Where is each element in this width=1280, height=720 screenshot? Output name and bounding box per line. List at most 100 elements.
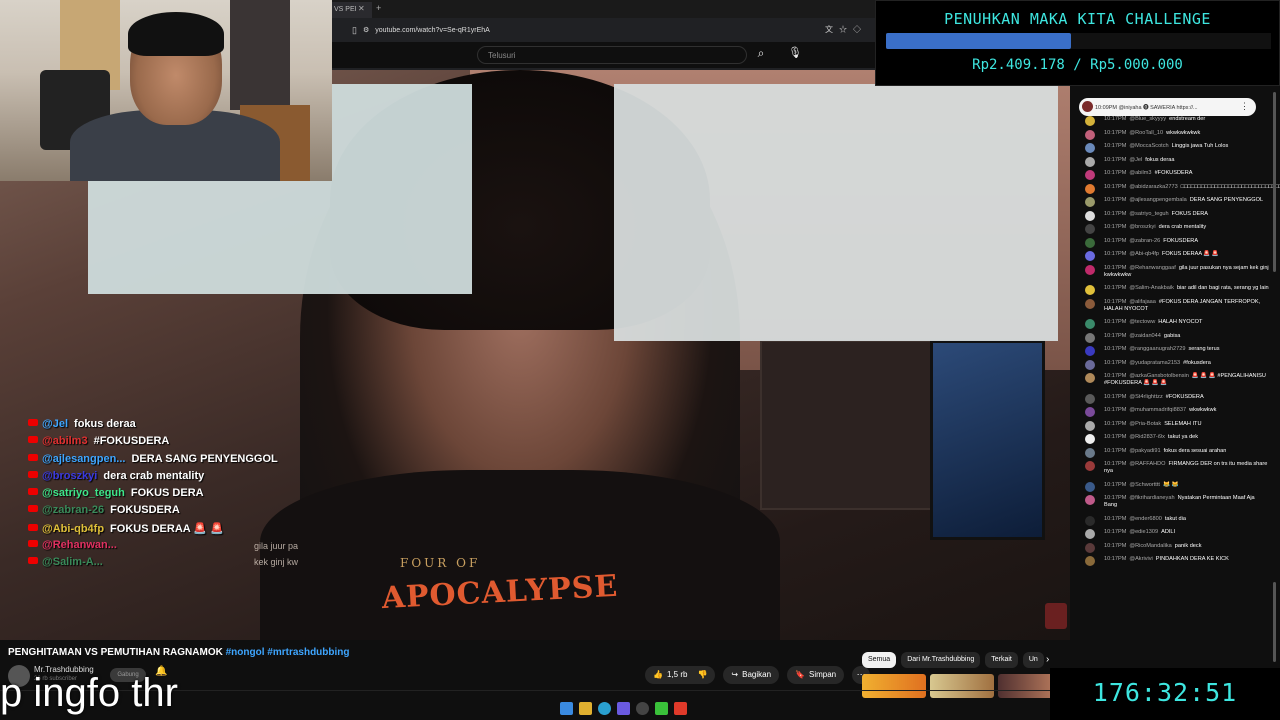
chat-message[interactable]: 10:17PM @broszkyi dera crab mentality	[1084, 224, 1269, 234]
chat-avatar[interactable]	[1085, 116, 1095, 126]
chat-avatar[interactable]	[1085, 515, 1095, 526]
chat-username[interactable]: @azkaGansbotolbensin	[1129, 373, 1188, 379]
chat-avatar[interactable]	[1085, 420, 1095, 431]
chat-message[interactable]: 10:17PM @satriyo_teguh FOKUS DERA	[1084, 210, 1269, 221]
chat-username[interactable]: @Schwortttt	[1129, 482, 1160, 488]
share-button[interactable]: ↪ Bagikan	[723, 666, 780, 684]
chat-avatar[interactable]	[1085, 183, 1095, 194]
chip-related[interactable]: Terkait	[985, 652, 1018, 668]
chat-message[interactable]: 10:17PM @yudapratama2153 #fokusdera	[1084, 359, 1269, 370]
chat-message[interactable]: 10:17PM @RooTall_10 wkwkwkwkwk	[1084, 129, 1269, 140]
edge-browser-icon[interactable]	[598, 701, 611, 715]
chip-from-channel[interactable]: Dari Mr.Trashdubbing	[901, 652, 981, 668]
chat-message[interactable]: 10:17PM @abidzarazka2773 □□□□□□□□□□□□□□□□□…	[1084, 183, 1280, 194]
chat-avatar[interactable]	[1085, 237, 1095, 248]
windows-start-icon[interactable]	[560, 701, 573, 715]
chat-avatar[interactable]	[1085, 264, 1095, 275]
obs-icon[interactable]	[636, 701, 649, 715]
chat-message[interactable]: 10:17PM @St4rlighttzz #FOKUSDERA	[1084, 393, 1269, 404]
bookmark-icon[interactable]: ▯	[352, 25, 357, 36]
chat-username[interactable]: @Akrivivi	[1129, 556, 1152, 562]
chat-avatar[interactable]	[1085, 461, 1095, 471]
chat-message[interactable]: 10:17PM @Pria-Botak SELEMAH ITU	[1084, 420, 1269, 431]
save-button[interactable]: 🔖 Simpan	[787, 666, 845, 684]
chat-avatar[interactable]	[1085, 251, 1095, 261]
chat-avatar[interactable]	[1085, 143, 1095, 153]
chat-message[interactable]: 10:17PM @ranggaanugrah2729 serang terus	[1084, 346, 1269, 356]
chat-message[interactable]: 10:17PM @Salim-Anakbaik biar adil dan bagi…	[1084, 285, 1269, 295]
chat-username[interactable]: @RicoMandalika	[1129, 543, 1171, 549]
chat-message[interactable]: 10:17PM @edie1309 ADILI	[1084, 529, 1269, 539]
chat-message[interactable]: 10:17PM @zaidan044 gabisa	[1084, 332, 1269, 343]
chat-message[interactable]: 10:17PM @RicoMandalika panik deck	[1084, 542, 1269, 553]
new-tab-icon[interactable]: +	[376, 3, 381, 13]
chat-username[interactable]: @fikrihardianeyah	[1129, 495, 1174, 501]
chat-message[interactable]: 10:17PM @tectoww HALAH NYOCOT	[1084, 319, 1269, 329]
chat-avatar[interactable]	[1085, 542, 1095, 553]
chat-username[interactable]: @Blue_skyyyy	[1129, 116, 1166, 122]
chat-avatar[interactable]	[1085, 373, 1095, 383]
chat-message[interactable]: 10:17PM @Schwortttt 😹 😹	[1084, 481, 1269, 492]
chat-avatar[interactable]	[1085, 407, 1095, 417]
chat-username[interactable]: @RooTall_10	[1129, 130, 1163, 136]
chat-username[interactable]: @Rehanwanggaaf	[1129, 265, 1175, 271]
chat-avatar[interactable]	[1085, 319, 1095, 329]
chat-username[interactable]: @pakyadi91	[1129, 448, 1160, 454]
chat-username[interactable]: @zabran-26	[1129, 238, 1160, 244]
brave-browser-icon[interactable]	[674, 701, 687, 715]
chat-username[interactable]: @broszkyi	[1129, 224, 1155, 230]
chat-message[interactable]: 10:17PM @alifajaaa #FOKUS DERA JANGAN TERF…	[1084, 298, 1269, 313]
chat-message[interactable]: 10:17PM @pakyadi91 fokus dera sesuai araha…	[1084, 447, 1269, 458]
chat-avatar[interactable]	[1085, 224, 1095, 234]
app-icon[interactable]	[655, 701, 668, 715]
discord-icon[interactable]	[617, 701, 630, 715]
chat-username[interactable]: @zaidan044	[1129, 333, 1161, 339]
pinned-message[interactable]: 10:09PM @iniyaha ⓿ SAWERIA https://... ⋮	[1079, 98, 1256, 116]
site-info-icon[interactable]: ⚙	[363, 26, 369, 34]
chat-username[interactable]: @edie1309	[1129, 529, 1158, 535]
chat-message[interactable]: 10:17PM @Rehanwanggaaf gila juur pasukan n…	[1084, 264, 1269, 279]
chat-username[interactable]: @ender6800	[1129, 516, 1161, 522]
chat-username[interactable]: @muhammadrifqi8837	[1129, 407, 1186, 413]
chat-message[interactable]: 10:17PM @ajlesangpengembala DERA SANG PENY…	[1084, 197, 1269, 207]
chat-message[interactable]: 10:17PM @Jel fokus deraa	[1084, 156, 1269, 167]
like-button[interactable]: 👍 1,5 rb 👎	[645, 666, 716, 684]
chat-message[interactable]: 10:17PM @RAFFAHDO FIRMANGG DER on trs itu …	[1084, 461, 1269, 475]
chat-message[interactable]: 10:17PM @abilm3 #FOKUSDERA	[1084, 170, 1269, 180]
chat-scrollbar-lower[interactable]	[1273, 582, 1276, 662]
chat-username[interactable]: @Abi-qb4fp	[1129, 251, 1159, 257]
chat-username[interactable]: @RAFFAHDO	[1129, 461, 1165, 467]
search-input[interactable]: Telusuri	[477, 46, 747, 64]
chat-avatar[interactable]	[1085, 210, 1095, 221]
chat-avatar[interactable]	[1085, 197, 1095, 207]
chat-username[interactable]: @alifajaaa	[1129, 299, 1156, 305]
chat-avatar[interactable]	[1085, 481, 1095, 492]
chat-avatar[interactable]	[1085, 434, 1095, 444]
chat-avatar[interactable]	[1085, 556, 1095, 566]
chat-avatar[interactable]	[1085, 298, 1095, 309]
chat-message[interactable]: 10:17PM @zabran-26 FOKUSDERA	[1084, 237, 1269, 248]
chat-scrollbar[interactable]	[1273, 92, 1276, 272]
thumbnail[interactable]	[862, 674, 926, 698]
chat-avatar[interactable]	[1085, 129, 1095, 140]
chat-message[interactable]: 10:17PM @ender6800 takut dia	[1084, 515, 1269, 526]
search-icon[interactable]: ⌕	[750, 46, 772, 64]
more-options-icon[interactable]: ⋮	[1240, 101, 1249, 112]
chip-all[interactable]: Semua	[862, 652, 897, 668]
thumbnail[interactable]	[930, 674, 994, 698]
chip-more[interactable]: Un	[1022, 652, 1044, 668]
chat-username[interactable]: @Jel	[1129, 157, 1142, 163]
chat-username[interactable]: @abilm3	[1129, 170, 1151, 176]
chat-username[interactable]: @MoccaScotch	[1129, 143, 1168, 149]
chat-avatar[interactable]	[1085, 359, 1095, 370]
chat-avatar[interactable]	[1085, 285, 1095, 295]
chat-message[interactable]: 10:17PM @Akrivivi PINDAHKAN DERA KE KICK	[1084, 556, 1269, 566]
browser-tab[interactable]: VS PEI	[332, 2, 372, 18]
chat-avatar[interactable]	[1085, 346, 1095, 356]
chat-username[interactable]: @ajlesangpengembala	[1129, 197, 1186, 203]
chat-message[interactable]: 10:17PM @azkaGansbotolbensin 🚨 🚨 🚨 #PENGAL…	[1084, 373, 1269, 387]
chat-avatar[interactable]	[1085, 170, 1095, 180]
chat-username[interactable]: @Salim-Anakbaik	[1129, 285, 1174, 291]
chat-username[interactable]: @abidzarazka2773	[1129, 184, 1177, 190]
chat-avatar[interactable]	[1085, 529, 1095, 539]
